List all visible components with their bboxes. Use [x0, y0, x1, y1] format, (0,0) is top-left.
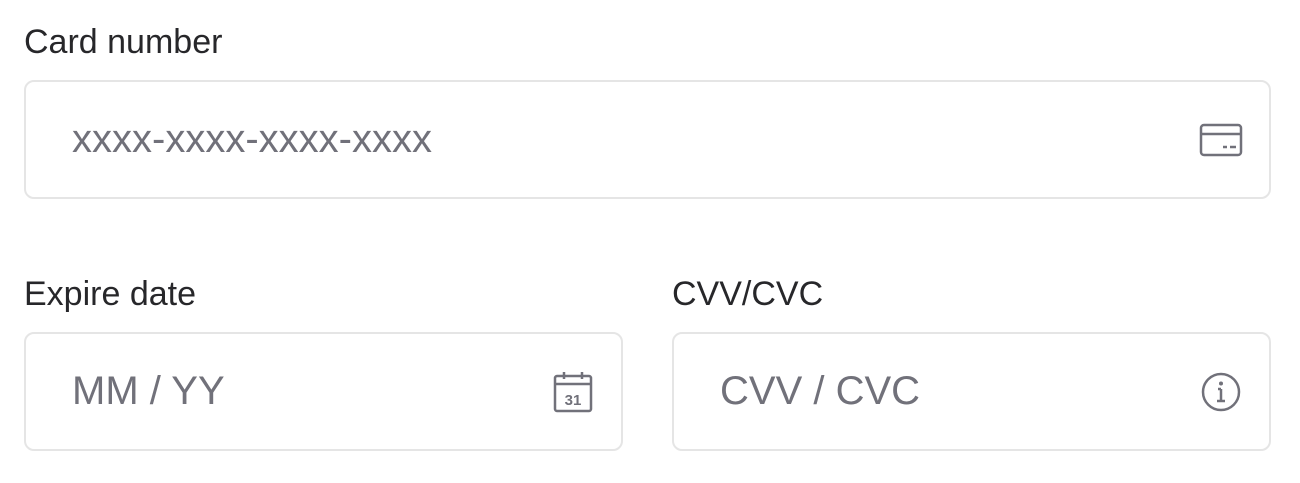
- card-number-field[interactable]: [24, 80, 1271, 199]
- credit-card-icon: [1197, 116, 1245, 164]
- expire-date-field[interactable]: 31: [24, 332, 623, 451]
- info-icon[interactable]: [1197, 368, 1245, 416]
- calendar-icon[interactable]: 31: [549, 368, 597, 416]
- expire-date-label: Expire date: [24, 275, 196, 313]
- card-number-label: Card number: [24, 23, 223, 61]
- cvv-input[interactable]: [720, 361, 1197, 422]
- calendar-icon-day: 31: [565, 392, 582, 409]
- expire-date-input[interactable]: [72, 361, 549, 422]
- card-number-input[interactable]: [72, 109, 1197, 170]
- cvv-label: CVV/CVC: [672, 275, 824, 313]
- cvv-field[interactable]: [672, 332, 1271, 451]
